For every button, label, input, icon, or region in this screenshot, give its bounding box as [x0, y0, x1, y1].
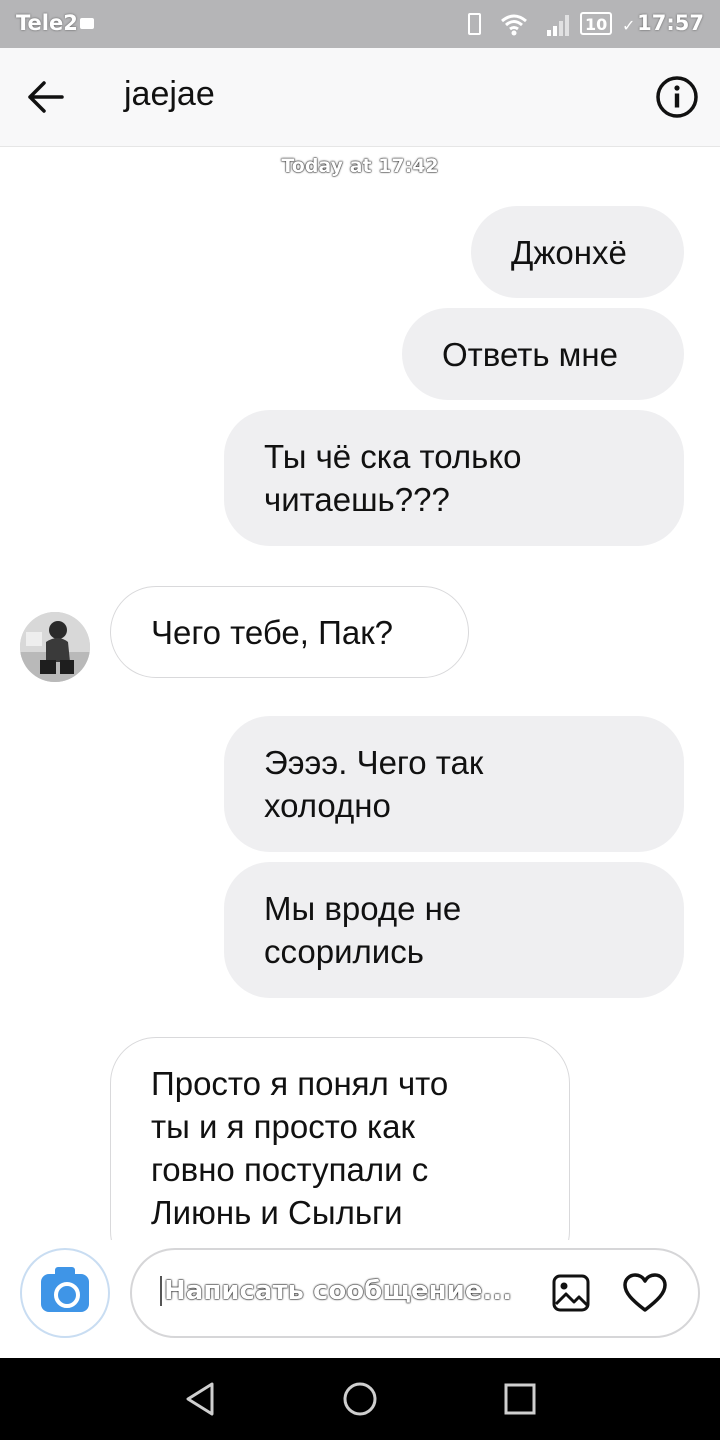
- message-input[interactable]: Написать сообщение...: [130, 1248, 700, 1338]
- message-input-placeholder: Написать сообщение...: [160, 1276, 512, 1306]
- avatar-photo: [20, 612, 90, 682]
- status-bar: Tele2 10 ✓ 17:57: [0, 0, 720, 48]
- message-text: Просто я понял что ты и я просто как гов…: [151, 1065, 449, 1231]
- signal-icon: [547, 15, 569, 36]
- conversation-title[interactable]: jaejae: [124, 75, 215, 114]
- video-call-icon: [80, 18, 94, 29]
- day-separator: Today at 17:42: [281, 155, 439, 177]
- vibrate-icon: [468, 13, 481, 35]
- message-text: Ты чё ска только читаешь???: [264, 438, 522, 518]
- message-bubble-outgoing[interactable]: Ээээ. Чего так холодно: [224, 716, 684, 852]
- clock: 17:57: [637, 11, 704, 35]
- arrow-left-icon[interactable]: [22, 74, 68, 120]
- message-text: Ответь мне: [442, 335, 618, 373]
- message-text: Чего тебе, Пак?: [151, 613, 393, 651]
- message-text: Ээээ. Чего так холодно: [264, 744, 484, 824]
- heart-icon[interactable]: [622, 1272, 668, 1314]
- nav-back-icon[interactable]: [182, 1380, 220, 1418]
- message-bubble-outgoing[interactable]: Ты чё ска только читаешь???: [224, 410, 684, 546]
- battery-indicator: 10: [580, 12, 613, 35]
- message-bubble-incoming[interactable]: Чего тебе, Пак?: [110, 586, 469, 678]
- message-bubble-outgoing[interactable]: Мы вроде не ссорились: [224, 862, 684, 998]
- camera-button[interactable]: [20, 1248, 110, 1338]
- image-icon[interactable]: [552, 1274, 590, 1312]
- nav-home-icon[interactable]: [341, 1380, 379, 1418]
- contact-avatar[interactable]: [20, 612, 90, 682]
- power-saving-icon: ✓: [622, 16, 636, 35]
- message-text: Мы вроде не ссорились: [264, 890, 462, 970]
- message-bubble-outgoing[interactable]: Джонхё: [471, 206, 684, 298]
- camera-icon: [41, 1267, 89, 1312]
- navigation-bar: [0, 1358, 720, 1440]
- message-text: Джонхё: [511, 233, 627, 271]
- carrier-label: Tele2: [16, 11, 78, 35]
- info-icon[interactable]: [654, 74, 700, 120]
- wifi-icon: [501, 14, 527, 36]
- nav-recents-icon[interactable]: [501, 1380, 539, 1418]
- chat-header: jaejae: [0, 48, 720, 147]
- message-bubble-outgoing[interactable]: Ответь мне: [402, 308, 684, 400]
